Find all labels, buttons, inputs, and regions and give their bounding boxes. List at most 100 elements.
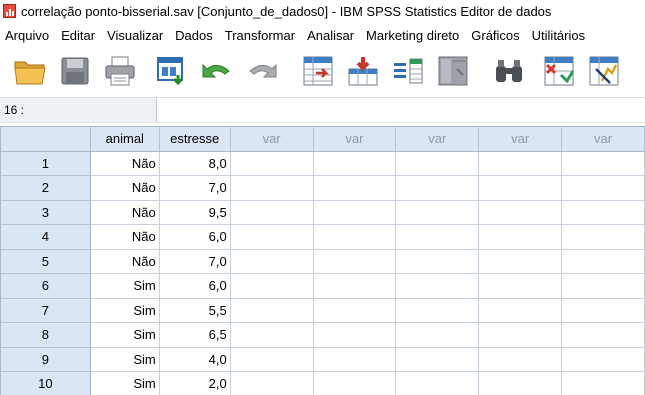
redo-icon[interactable] [244,53,280,89]
menu-analisar[interactable]: Analisar [301,28,360,43]
column-header[interactable]: estresse [159,126,231,152]
row-number[interactable]: 7 [0,298,91,323]
row-number[interactable]: 1 [0,151,91,176]
grid-corner[interactable] [0,126,91,152]
cell-empty[interactable] [395,175,480,201]
cell-empty[interactable] [395,347,480,372]
cell-empty[interactable] [478,249,563,274]
cell-empty[interactable] [561,175,645,201]
cell-empty[interactable] [313,200,397,225]
column-header-var[interactable]: var [561,126,645,152]
cell-empty[interactable] [313,249,397,274]
cell-empty[interactable] [395,322,480,348]
goto-case-icon[interactable] [300,53,336,89]
row-number[interactable]: 10 [0,371,91,395]
cell-animal[interactable]: Não [90,151,160,176]
cell-empty[interactable] [478,322,563,348]
menu-editar[interactable]: Editar [55,28,101,43]
cell-empty[interactable] [230,175,314,201]
cell-empty[interactable] [395,298,480,323]
row-number[interactable]: 3 [0,200,91,225]
goto-variable-icon[interactable] [345,53,381,89]
cell-empty[interactable] [230,151,314,176]
row-number[interactable]: 2 [0,175,91,201]
row-number[interactable]: 9 [0,347,91,372]
cell-empty[interactable] [395,151,480,176]
cell-estresse[interactable]: 4,0 [159,347,231,372]
cell-animal[interactable]: Sim [90,298,160,323]
cell-empty[interactable] [561,200,645,225]
cell-empty[interactable] [478,347,563,372]
insert-cases-icon[interactable] [541,53,577,89]
column-header-var[interactable]: var [395,126,480,152]
cell-empty[interactable] [230,298,314,323]
variables-icon[interactable] [390,53,426,89]
cell-animal[interactable]: Não [90,200,160,225]
split-file-icon[interactable] [586,53,622,89]
cell-estresse[interactable]: 2,0 [159,371,231,395]
menu-dados[interactable]: Dados [169,28,219,43]
cell-estresse[interactable]: 7,0 [159,175,231,201]
cell-estresse[interactable]: 9,5 [159,200,231,225]
cell-empty[interactable] [395,273,480,299]
cell-empty[interactable] [230,249,314,274]
cell-empty[interactable] [478,298,563,323]
undo-icon[interactable] [199,53,235,89]
cell-empty[interactable] [561,273,645,299]
cell-value-input[interactable] [158,98,645,122]
cell-empty[interactable] [478,273,563,299]
column-header-var[interactable]: var [478,126,563,152]
find-icon[interactable] [491,53,527,89]
menu-arquivo[interactable]: Arquivo [0,28,55,43]
cell-empty[interactable] [561,249,645,274]
menu-graficos[interactable]: Gráficos [465,28,525,43]
save-icon[interactable] [57,53,93,89]
cell-empty[interactable] [561,151,645,176]
cell-empty[interactable] [230,371,314,395]
cell-empty[interactable] [313,175,397,201]
cell-animal[interactable]: Sim [90,273,160,299]
cell-empty[interactable] [561,298,645,323]
cell-empty[interactable] [313,347,397,372]
cell-empty[interactable] [230,273,314,299]
cell-empty[interactable] [478,175,563,201]
cell-empty[interactable] [395,200,480,225]
print-icon[interactable] [102,53,138,89]
cell-estresse[interactable]: 5,5 [159,298,231,323]
cell-empty[interactable] [230,347,314,372]
cell-animal[interactable]: Sim [90,322,160,348]
cell-estresse[interactable]: 8,0 [159,151,231,176]
cell-empty[interactable] [395,224,480,250]
row-number[interactable]: 8 [0,322,91,348]
cell-empty[interactable] [478,371,563,395]
row-number[interactable]: 6 [0,273,91,299]
menu-utilitarios[interactable]: Utilitários [526,28,591,43]
menu-marketing-direto[interactable]: Marketing direto [360,28,465,43]
run-descriptives-icon[interactable] [435,53,471,89]
menu-transformar[interactable]: Transformar [219,28,301,43]
cell-empty[interactable] [230,224,314,250]
column-header-var[interactable]: var [313,126,397,152]
row-number[interactable]: 4 [0,224,91,250]
cell-empty[interactable] [230,322,314,348]
cell-empty[interactable] [313,151,397,176]
cell-empty[interactable] [478,151,563,176]
cell-empty[interactable] [561,224,645,250]
column-header[interactable]: animal [90,126,160,152]
cell-empty[interactable] [561,347,645,372]
cell-estresse[interactable]: 6,0 [159,224,231,250]
cell-animal[interactable]: Não [90,249,160,274]
cell-empty[interactable] [561,371,645,395]
row-number[interactable]: 5 [0,249,91,274]
cell-empty[interactable] [313,224,397,250]
cell-empty[interactable] [230,200,314,225]
cell-empty[interactable] [478,200,563,225]
cell-empty[interactable] [395,371,480,395]
recall-dialog-icon[interactable] [154,53,190,89]
cell-empty[interactable] [561,322,645,348]
cell-estresse[interactable]: 6,0 [159,273,231,299]
menu-visualizar[interactable]: Visualizar [101,28,169,43]
cell-animal[interactable]: Não [90,224,160,250]
cell-empty[interactable] [313,371,397,395]
cell-empty[interactable] [395,249,480,274]
